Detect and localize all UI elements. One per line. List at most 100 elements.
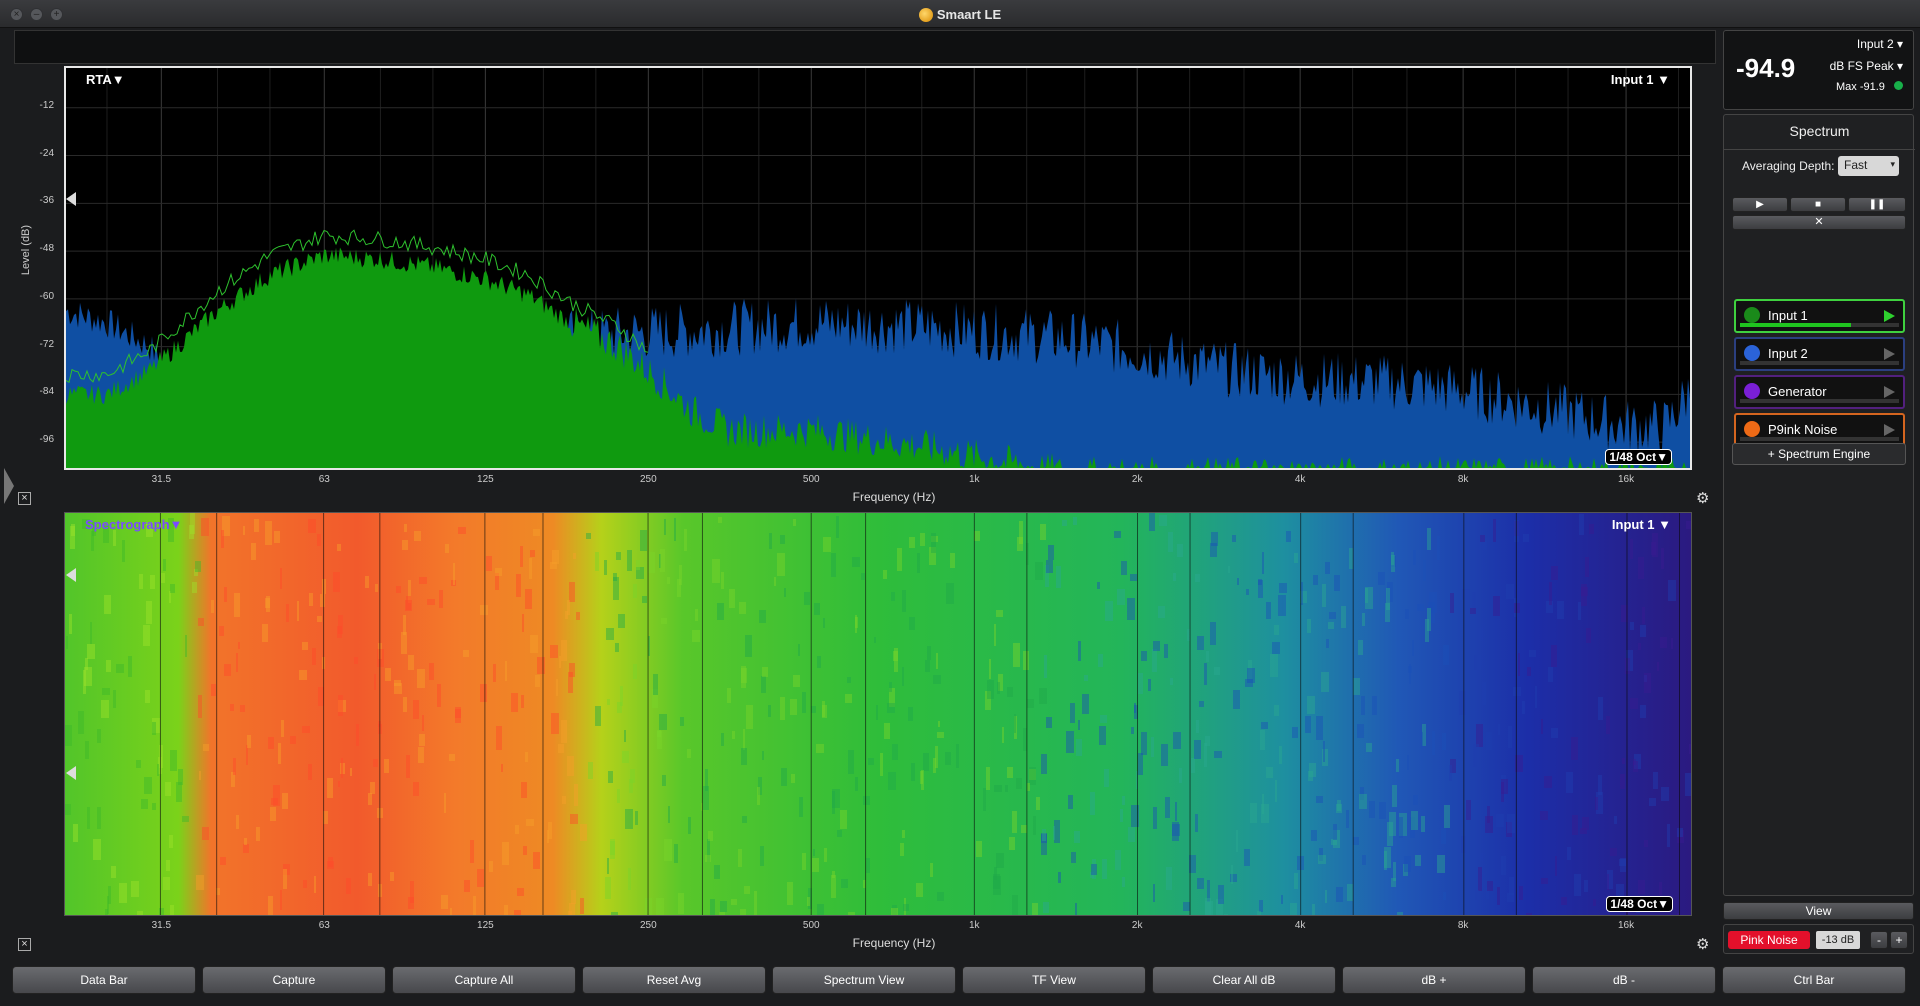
pause-button[interactable]: ❚❚ bbox=[1848, 197, 1906, 212]
left-panel-handle-icon[interactable] bbox=[4, 468, 14, 504]
settings-gear-icon[interactable]: ⚙ bbox=[1696, 935, 1709, 953]
heatmap-texture bbox=[667, 577, 670, 584]
y-tick-label: -96 bbox=[39, 434, 54, 446]
heatmap-texture bbox=[1336, 804, 1342, 813]
spectrograph-octave-selector[interactable]: 1/48 Oct▼ bbox=[1606, 896, 1673, 912]
settings-gear-icon[interactable]: ⚙ bbox=[1696, 489, 1709, 507]
capture-all-button[interactable]: Capture All bbox=[392, 966, 576, 994]
heatmap-texture bbox=[911, 763, 915, 781]
stop-button[interactable]: ■ bbox=[1790, 197, 1846, 212]
heatmap-texture bbox=[921, 770, 924, 790]
tf-view-button[interactable]: TF View bbox=[962, 966, 1146, 994]
meter-input-selector[interactable]: Input 2 ▾ bbox=[1857, 37, 1903, 51]
pink-noise-button[interactable]: Pink Noise bbox=[1728, 931, 1810, 949]
spectrograph-mode-selector[interactable]: Spectrograph▼ bbox=[85, 517, 182, 532]
heatmap-texture bbox=[265, 521, 272, 545]
heatmap-texture bbox=[1029, 767, 1036, 785]
heatmap-texture bbox=[243, 844, 249, 853]
heatmap-texture bbox=[802, 853, 806, 870]
heatmap-texture bbox=[1073, 517, 1077, 525]
heatmap-texture bbox=[891, 908, 898, 915]
heatmap-texture bbox=[1353, 837, 1359, 845]
play-icon[interactable] bbox=[1884, 424, 1895, 436]
heatmap-texture bbox=[533, 529, 540, 536]
heatmap-texture bbox=[852, 557, 860, 567]
reset-avg-button[interactable]: Reset Avg bbox=[582, 966, 766, 994]
heatmap-texture bbox=[1016, 778, 1022, 789]
heatmap-texture bbox=[1153, 884, 1155, 902]
heatmap-texture bbox=[169, 835, 173, 848]
heatmap-texture bbox=[1308, 771, 1313, 781]
close-pane-icon[interactable]: × bbox=[18, 492, 31, 505]
heatmap-texture bbox=[1075, 903, 1077, 915]
source-input-2[interactable]: Input 2 bbox=[1734, 337, 1905, 371]
heatmap-texture bbox=[1437, 855, 1445, 873]
capture-button[interactable]: Capture bbox=[202, 966, 386, 994]
spectrum-view-button[interactable]: Spectrum View bbox=[772, 966, 956, 994]
heatmap-texture bbox=[1620, 774, 1625, 789]
ctrl-bar-button[interactable]: Ctrl Bar bbox=[1722, 966, 1906, 994]
heatmap-texture bbox=[198, 695, 202, 718]
rta-threshold-handle-icon[interactable] bbox=[66, 192, 76, 206]
spectrograph-input-selector[interactable]: Input 1 ▼ bbox=[1612, 517, 1671, 532]
close-pane-icon[interactable]: × bbox=[18, 938, 31, 951]
averaging-select[interactable]: Fast ▾ bbox=[1838, 156, 1899, 176]
heatmap-texture bbox=[152, 722, 156, 735]
source-p9ink-noise[interactable]: P9ink Noise bbox=[1734, 413, 1905, 447]
spectrograph-plot[interactable]: Spectrograph▼ Input 1 ▼ 1/48 Oct▼ bbox=[64, 512, 1692, 916]
heatmap-texture bbox=[721, 733, 724, 746]
heatmap-texture bbox=[1479, 541, 1487, 550]
heatmap-texture bbox=[314, 876, 316, 893]
y-tick-label: -60 bbox=[39, 290, 54, 302]
heatmap-texture bbox=[268, 896, 273, 915]
heatmap-texture bbox=[861, 573, 865, 580]
play-icon[interactable] bbox=[1884, 310, 1895, 322]
heatmap-texture bbox=[1450, 593, 1454, 613]
data-bar-button[interactable]: Data Bar bbox=[12, 966, 196, 994]
heatmap-texture bbox=[848, 912, 855, 915]
heatmap-texture bbox=[946, 583, 954, 604]
level-up-button[interactable]: + bbox=[1890, 931, 1908, 949]
heatmap-texture bbox=[547, 830, 549, 843]
source-level-meter bbox=[1740, 323, 1899, 327]
source-input-1[interactable]: Input 1 bbox=[1734, 299, 1905, 333]
view-button[interactable]: View bbox=[1723, 902, 1914, 920]
clear-all-db-button[interactable]: Clear All dB bbox=[1152, 966, 1336, 994]
rta-mode-selector[interactable]: RTA▼ bbox=[86, 72, 125, 87]
heatmap-texture bbox=[1122, 796, 1125, 805]
heatmap-texture bbox=[636, 560, 640, 570]
heatmap-texture bbox=[1443, 892, 1446, 900]
heatmap-texture bbox=[845, 694, 852, 703]
tools-button[interactable]: ✕ bbox=[1732, 215, 1906, 230]
heatmap-texture bbox=[742, 816, 747, 823]
heatmap-texture bbox=[1012, 811, 1017, 833]
add-spectrum-engine-button[interactable]: + Spectrum Engine bbox=[1732, 443, 1906, 465]
play-button[interactable]: ▶ bbox=[1732, 197, 1788, 212]
heatmap-texture bbox=[182, 816, 189, 822]
heatmap-texture bbox=[236, 815, 239, 829]
heatmap-texture bbox=[73, 824, 78, 842]
heatmap-texture bbox=[1359, 794, 1367, 809]
rta-input-selector[interactable]: Input 1 ▼ bbox=[1611, 72, 1670, 87]
rta-plot[interactable]: RTA▼ Input 1 ▼ 1/48 Oct▼ bbox=[64, 66, 1692, 470]
meter-units-selector[interactable]: dB FS Peak ▾ bbox=[1830, 59, 1903, 73]
db-button[interactable]: dB - bbox=[1532, 966, 1716, 994]
heatmap-texture bbox=[664, 839, 672, 861]
db-button[interactable]: dB + bbox=[1342, 966, 1526, 994]
play-icon[interactable] bbox=[1884, 348, 1895, 360]
heatmap-texture bbox=[721, 572, 724, 589]
heatmap-texture bbox=[1441, 828, 1446, 844]
heatmap-texture bbox=[470, 840, 474, 863]
level-down-button[interactable]: - bbox=[1870, 931, 1888, 949]
spectrograph-lower-handle-icon[interactable] bbox=[66, 766, 76, 780]
heatmap-texture bbox=[1068, 795, 1073, 809]
spectrograph-upper-handle-icon[interactable] bbox=[66, 568, 76, 582]
heatmap-texture bbox=[1058, 872, 1061, 883]
heatmap-texture bbox=[365, 576, 369, 588]
heatmap-texture bbox=[85, 741, 89, 759]
heatmap-texture bbox=[480, 684, 487, 702]
play-icon[interactable] bbox=[1884, 386, 1895, 398]
heatmap-texture bbox=[1041, 754, 1047, 774]
source-generator[interactable]: Generator bbox=[1734, 375, 1905, 409]
rta-octave-selector[interactable]: 1/48 Oct▼ bbox=[1605, 449, 1672, 465]
